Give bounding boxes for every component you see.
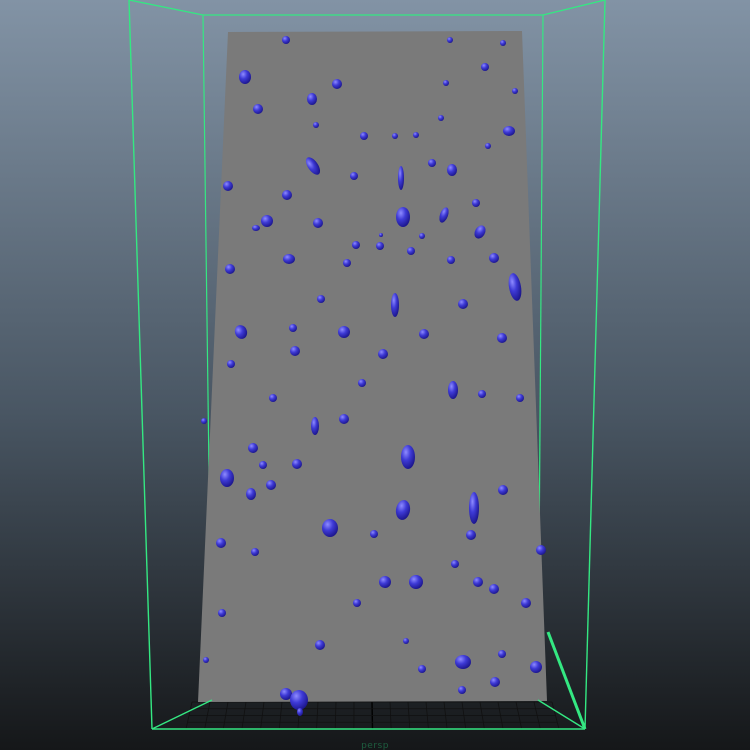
water-droplet-icon xyxy=(297,708,303,716)
water-droplet-icon xyxy=(350,172,358,180)
glass-wall-plane xyxy=(198,31,547,702)
water-droplet-icon xyxy=(379,576,391,588)
water-droplet-icon xyxy=(497,333,507,343)
water-droplet-icon xyxy=(419,329,429,339)
water-droplet-icon xyxy=(489,584,499,594)
water-droplet-icon xyxy=(251,548,259,556)
water-droplet-icon xyxy=(489,253,499,263)
water-droplet-icon xyxy=(292,459,302,469)
water-droplet-icon xyxy=(407,247,415,255)
water-droplet-icon xyxy=(227,360,235,368)
water-droplet-icon xyxy=(485,143,491,149)
water-droplet-icon xyxy=(313,218,323,228)
water-droplet-icon xyxy=(391,293,399,317)
water-droplet-icon xyxy=(252,225,260,231)
water-droplet-icon xyxy=(259,461,267,469)
water-droplet-icon xyxy=(516,394,524,402)
water-droplet-icon xyxy=(225,264,235,274)
water-droplet-icon xyxy=(413,132,419,138)
water-droplet-icon xyxy=(490,677,500,687)
water-droplet-icon xyxy=(282,190,292,200)
water-droplet-icon xyxy=(338,326,350,338)
water-droplet-icon xyxy=(451,560,459,568)
water-droplet-icon xyxy=(358,379,366,387)
water-droplet-icon xyxy=(216,538,226,548)
water-droplet-icon xyxy=(203,657,209,663)
water-droplet-icon xyxy=(378,349,388,359)
water-droplet-icon xyxy=(418,665,426,673)
water-droplet-icon xyxy=(360,132,368,140)
water-droplet-icon xyxy=(253,104,263,114)
water-droplet-icon xyxy=(322,519,338,537)
water-droplet-icon xyxy=(512,88,518,94)
water-droplet-icon xyxy=(290,690,308,710)
water-droplet-icon xyxy=(246,488,256,500)
fluid-simulation-scene[interactable] xyxy=(0,0,750,750)
water-droplet-icon xyxy=(498,650,506,658)
water-droplet-icon xyxy=(307,93,317,105)
water-droplet-icon xyxy=(536,545,546,555)
water-droplet-icon xyxy=(447,37,453,43)
water-droplet-icon xyxy=(469,492,479,524)
water-droplet-icon xyxy=(370,530,378,538)
water-droplet-icon xyxy=(473,577,483,587)
maya-perspective-viewport[interactable]: persp xyxy=(0,0,750,750)
water-droplet-icon xyxy=(438,115,444,121)
water-droplet-icon xyxy=(458,686,466,694)
water-droplet-icon xyxy=(403,638,409,644)
water-droplet-icon xyxy=(220,469,234,487)
water-droplet-icon xyxy=(353,599,361,607)
water-droplet-icon xyxy=(261,215,273,227)
water-droplet-icon xyxy=(447,164,457,176)
water-droplet-icon xyxy=(481,63,489,71)
water-droplet-icon xyxy=(498,485,508,495)
water-droplet-icon xyxy=(313,122,319,128)
water-droplet-icon xyxy=(500,40,506,46)
water-droplet-icon xyxy=(396,207,410,227)
water-droplet-icon xyxy=(458,299,468,309)
water-droplet-icon xyxy=(379,233,383,237)
water-droplet-icon xyxy=(315,640,325,650)
water-droplet-icon xyxy=(289,324,297,332)
water-droplet-icon xyxy=(466,530,476,540)
water-droplet-icon xyxy=(201,418,207,424)
water-droplet-icon xyxy=(317,295,325,303)
water-droplet-icon xyxy=(311,417,319,435)
water-droplet-icon xyxy=(248,443,258,453)
water-droplet-icon xyxy=(352,241,360,249)
water-droplet-icon xyxy=(332,79,342,89)
water-droplet-icon xyxy=(398,166,404,190)
water-droplet-icon xyxy=(239,70,251,84)
water-droplet-icon xyxy=(419,233,425,239)
water-droplet-icon xyxy=(472,199,480,207)
water-droplet-icon xyxy=(282,36,290,44)
water-droplet-icon xyxy=(455,655,471,669)
water-droplet-icon xyxy=(376,242,384,250)
camera-name-label: persp xyxy=(361,741,389,750)
water-droplet-icon xyxy=(401,445,415,469)
water-droplet-icon xyxy=(339,414,349,424)
water-droplet-icon xyxy=(521,598,531,608)
water-droplet-icon xyxy=(503,126,515,136)
water-droplet-icon xyxy=(428,159,436,167)
water-droplet-icon xyxy=(392,133,398,139)
water-droplet-icon xyxy=(478,390,486,398)
water-droplet-icon xyxy=(530,661,542,673)
water-droplet-icon xyxy=(266,480,276,490)
water-droplet-icon xyxy=(409,575,423,589)
water-droplet-icon xyxy=(223,181,233,191)
water-droplet-icon xyxy=(283,254,295,264)
water-droplet-icon xyxy=(290,346,300,356)
water-droplet-icon xyxy=(218,609,226,617)
water-droplet-icon xyxy=(447,256,455,264)
water-droplet-icon xyxy=(269,394,277,402)
water-droplet-icon xyxy=(343,259,351,267)
water-droplet-icon xyxy=(448,381,458,399)
water-droplet-icon xyxy=(443,80,449,86)
